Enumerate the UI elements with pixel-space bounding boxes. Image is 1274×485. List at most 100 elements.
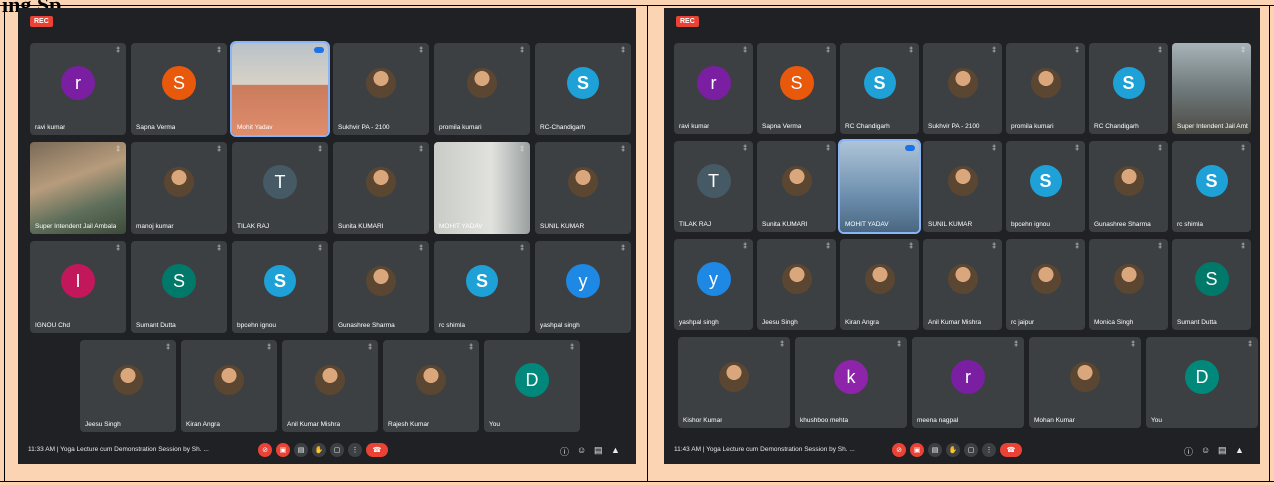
activities-icon[interactable]: ▲ — [611, 445, 620, 455]
participant-tile[interactable]: S ‡ Sumant Dutta — [1172, 239, 1251, 330]
participant-tile[interactable]: S ‡ Sumant Dutta — [131, 241, 227, 333]
participant-name: RC-Chandigarh — [540, 124, 586, 131]
participant-tile[interactable]: ‡ manoj kumar — [131, 142, 227, 234]
participant-tile[interactable]: ‡ SUNIL KUMAR — [535, 142, 631, 234]
mic-muted-icon: ‡ — [166, 344, 170, 351]
participant-tile[interactable]: ‡ rc jaipur — [1006, 239, 1085, 330]
meeting-control-bar: 11:43 AM | Yoga Lecture cum Demonstratio… — [664, 436, 1260, 464]
participant-tile[interactable]: ‡ Kishor Kumar — [678, 337, 790, 428]
participant-tile[interactable]: ‡ Super Intendent Jail Ambala — [1172, 43, 1251, 134]
participant-name: Monica Singh — [1094, 319, 1134, 326]
recording-badge: REC — [676, 16, 699, 27]
participant-tile[interactable]: ‡ Monica Singh — [1089, 239, 1168, 330]
participant-tile[interactable]: S ‡ rc shimla — [1172, 141, 1251, 232]
participant-tile[interactable]: S ‡ Sapna Verma — [131, 43, 227, 135]
participant-tile[interactable]: I ‡ IGNOU Chd — [30, 241, 126, 333]
avatar: S — [779, 66, 814, 101]
participant-tile[interactable]: D ‡ You — [484, 340, 580, 432]
participant-name: Sunita KUMARI — [762, 221, 808, 228]
mic-muted-icon: ‡ — [570, 344, 574, 351]
participant-tile[interactable]: S ‡ Sapna Verma — [757, 43, 836, 134]
participant-tile[interactable]: S ‡ RC Chandigarh — [840, 43, 919, 134]
people-icon[interactable]: ☺ — [577, 445, 586, 455]
participant-tile[interactable]: ‡ Sunita KUMARI — [757, 141, 836, 232]
mic-muted-icon: ‡ — [1075, 145, 1079, 152]
mic-muted-icon: ‡ — [743, 243, 747, 250]
meeting-screenshot-2: REC r ‡ ravi kumar S ‡ Sapna Verma S ‡ RC Chandig… — [664, 8, 1260, 464]
participant-tile[interactable]: ‡ Sukhvir PA - 2100 — [923, 43, 1002, 134]
avatar-photo — [947, 264, 978, 295]
participant-tile[interactable]: D ‡ You — [1146, 337, 1258, 428]
participant-tile[interactable]: ‡ SUNIL KUMAR — [923, 141, 1002, 232]
participant-tile[interactable]: S ‡ bpcehn ignou — [1006, 141, 1085, 232]
participant-tile[interactable]: ‡ Anil Kumar Mishra — [923, 239, 1002, 330]
avatar-photo — [1113, 264, 1144, 295]
participant-tile[interactable]: y ‡ yashpal singh — [674, 239, 753, 330]
participant-tile[interactable]: S ‡ rc shimla — [434, 241, 530, 333]
mic-off-icon[interactable]: ⊘ — [892, 443, 906, 457]
mic-muted-icon: ‡ — [217, 47, 221, 54]
participant-tile[interactable]: ‡ Jeesu Singh — [80, 340, 176, 432]
camera-off-icon[interactable]: ▣ — [910, 443, 924, 457]
leave-call-icon[interactable]: ☎ — [1000, 443, 1022, 457]
chat-icon[interactable]: ▤ — [594, 445, 603, 456]
participant-tile[interactable]: S ‡ RC Chandigarh — [1089, 43, 1168, 134]
leave-call-icon[interactable]: ☎ — [366, 443, 388, 457]
participant-tile[interactable]: ‡ Gunashree Sharma — [333, 241, 429, 333]
speaking-indicator-icon — [314, 47, 324, 53]
participant-tile[interactable]: ‡ Gunashree Sharma — [1089, 141, 1168, 232]
mic-muted-icon: ‡ — [621, 146, 625, 153]
avatar: S — [162, 264, 196, 299]
participant-tile[interactable]: T ‡ TILAK RAJ — [674, 141, 753, 232]
participant-tile[interactable]: r ‡ ravi kumar — [30, 43, 126, 135]
video-feed — [232, 43, 328, 135]
participant-tile[interactable]: ‡ MOHIT YADAV — [434, 142, 530, 234]
captions-icon[interactable]: ▤ — [294, 443, 308, 457]
captions-icon[interactable]: ▤ — [928, 443, 942, 457]
participant-tile[interactable]: ‡ Kiran Angra — [181, 340, 277, 432]
camera-off-icon[interactable]: ▣ — [276, 443, 290, 457]
participant-tile[interactable]: ‡ promila kumari — [1006, 43, 1085, 134]
participant-tile[interactable]: k ‡ khushboo mehta — [795, 337, 907, 428]
participant-name: promila kumari — [439, 124, 482, 131]
people-icon[interactable]: ☺ — [1201, 445, 1210, 455]
more-options-icon[interactable]: ⋮ — [982, 443, 996, 457]
participant-tile[interactable]: ‡ Rajesh Kumar — [383, 340, 479, 432]
participant-tile[interactable]: S ‡ bpcehn ignou — [232, 241, 328, 333]
raise-hand-icon[interactable]: ✋ — [312, 443, 326, 457]
mic-muted-icon: ‡ — [897, 341, 901, 348]
participant-tile[interactable]: ‡ Super Intendent Jail Ambala — [30, 142, 126, 234]
participant-tile[interactable]: S ‡ RC-Chandigarh — [535, 43, 631, 135]
mic-off-icon[interactable]: ⊘ — [258, 443, 272, 457]
participant-name: Anil Kumar Mishra — [928, 319, 982, 326]
participant-tile[interactable]: T ‡ TILAK RAJ — [232, 142, 328, 234]
participant-tile[interactable]: ‡ Anil Kumar Mishra — [282, 340, 378, 432]
video-feed — [30, 142, 126, 234]
participant-tile[interactable]: MOHIT YADAV — [838, 139, 921, 234]
participant-tile[interactable]: ‡ Mohan Kumar — [1029, 337, 1141, 428]
participant-tile[interactable]: ‡ Kiran Angra — [840, 239, 919, 330]
more-options-icon[interactable]: ⋮ — [348, 443, 362, 457]
present-screen-icon[interactable]: ▢ — [330, 443, 344, 457]
participant-name: ravi kumar — [679, 123, 710, 130]
activities-icon[interactable]: ▲ — [1235, 445, 1244, 455]
participant-tile[interactable]: ‡ Sunita KUMARI — [333, 142, 429, 234]
info-icon[interactable]: ⓘ — [1184, 445, 1193, 458]
recording-badge: REC — [30, 16, 53, 27]
chat-icon[interactable]: ▤ — [1218, 445, 1227, 456]
avatar-photo — [113, 365, 143, 396]
participant-tile[interactable]: Mohit Yadav — [230, 41, 330, 137]
present-screen-icon[interactable]: ▢ — [964, 443, 978, 457]
raise-hand-icon[interactable]: ✋ — [946, 443, 960, 457]
avatar-photo — [1070, 362, 1100, 393]
participant-tile[interactable]: r ‡ ravi kumar — [674, 43, 753, 134]
participant-tile[interactable]: ‡ promila kumari — [434, 43, 530, 135]
info-icon[interactable]: ⓘ — [560, 445, 569, 458]
participant-tile[interactable]: r ‡ meena nagpal — [912, 337, 1024, 428]
participant-tile[interactable]: y ‡ yashpal singh — [535, 241, 631, 333]
video-feed — [434, 142, 530, 234]
table-border-top — [0, 5, 1274, 6]
participant-tile[interactable]: ‡ Sukhvir PA - 2100 — [333, 43, 429, 135]
mic-muted-icon: ‡ — [780, 341, 784, 348]
participant-tile[interactable]: ‡ Jeesu Singh — [757, 239, 836, 330]
